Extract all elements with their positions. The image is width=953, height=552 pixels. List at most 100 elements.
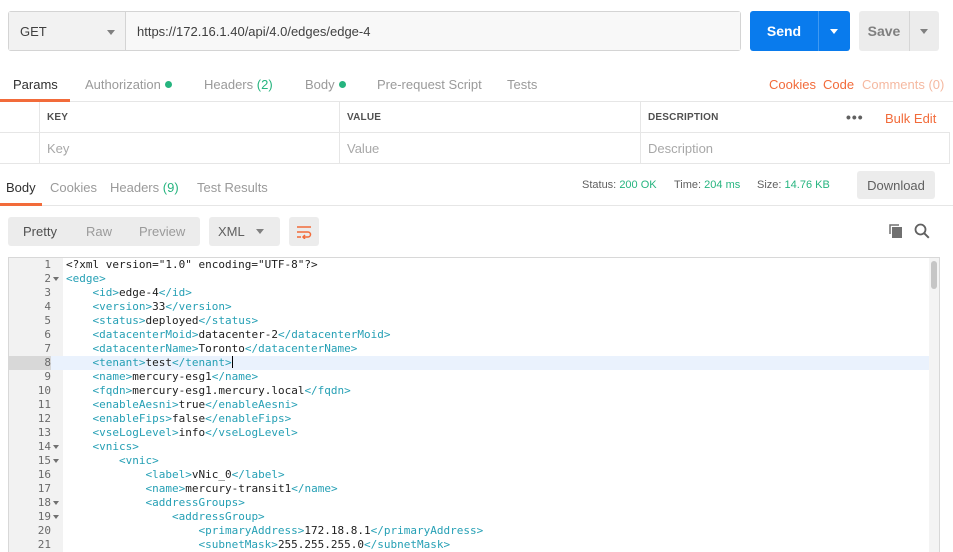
active-response-tab-indicator	[0, 203, 42, 206]
search-icon[interactable]	[913, 222, 931, 240]
more-options-icon[interactable]: •••	[846, 109, 864, 125]
tab-authorization[interactable]: Authorization	[85, 77, 172, 92]
request-tabs: Params Authorization Headers (2) Body Pr…	[0, 72, 953, 102]
xml-close-tag: </datacenterMoid>	[277, 328, 391, 341]
code-text: <fqdn>mercury-esg1.mercury.local</fqdn>	[66, 384, 351, 398]
key-input[interactable]: Key	[40, 133, 340, 164]
tab-test-results[interactable]: Test Results	[197, 180, 268, 195]
xml-close-tag: </name>	[291, 482, 338, 495]
line-number: 7	[44, 342, 51, 355]
line-number: 20	[37, 524, 51, 537]
save-options-button[interactable]	[909, 11, 939, 51]
code-line: 3 <id>edge-4</id>	[9, 286, 929, 300]
code-line: 18 <addressGroups>	[9, 496, 929, 510]
xml-open-tag: <name>	[92, 370, 133, 383]
fold-toggle-icon[interactable]	[53, 515, 59, 519]
line-number: 2	[44, 272, 51, 285]
method-select[interactable]: GET	[9, 12, 126, 50]
status-dot-icon	[338, 81, 346, 88]
tab-tests[interactable]: Tests	[507, 77, 537, 92]
xml-open-tag: <enableAesni>	[92, 398, 179, 411]
send-options-button[interactable]	[818, 11, 850, 51]
xml-value: 172.18.8.1	[304, 524, 371, 537]
chevron-down-icon	[830, 29, 838, 34]
raw-button[interactable]: Raw	[86, 224, 112, 239]
code-text: <addressGroup>	[66, 510, 265, 524]
xml-open-tag: <tenant>	[92, 356, 146, 369]
view-mode-group: Pretty Raw Preview	[8, 217, 200, 246]
xml-value: edge-4	[119, 286, 159, 299]
description-input[interactable]: Description	[641, 133, 950, 164]
download-button[interactable]: Download	[857, 171, 935, 199]
params-input-row: Key Value Description	[0, 133, 950, 164]
line-number: 19	[37, 510, 51, 523]
line-number: 11	[37, 398, 51, 411]
editor-scrollbar-thumb[interactable]	[931, 261, 937, 289]
comments-link[interactable]: Comments (0)	[862, 77, 944, 92]
tab-headers[interactable]: Headers (2)	[204, 77, 273, 92]
tab-response-cookies[interactable]: Cookies	[50, 180, 97, 195]
tab-params[interactable]: Params	[13, 77, 58, 92]
code-text: <enableAesni>true</enableAesni>	[66, 398, 298, 412]
code-line: 17 <name>mercury-transit1</name>	[9, 482, 929, 496]
column-header-description: DESCRIPTION	[648, 112, 719, 123]
line-number: 13	[37, 426, 51, 439]
xml-close-tag: </subnetMask>	[364, 538, 451, 551]
response-editor[interactable]: 1 <?xml version="1.0" encoding="UTF-8"?> 2…	[8, 257, 940, 552]
bulk-edit-link[interactable]: Bulk Edit	[885, 111, 936, 126]
xml-open-tag: <datacenterName>	[92, 342, 199, 355]
preview-button[interactable]: Preview	[139, 224, 185, 239]
status-value: 200 OK	[619, 179, 657, 191]
save-label: Save	[867, 23, 901, 39]
fold-toggle-icon[interactable]	[53, 445, 59, 449]
method-label: GET	[20, 23, 47, 39]
pretty-button[interactable]: Pretty	[23, 224, 57, 239]
tab-headers-count: (2)	[256, 77, 273, 92]
code-line: 7 <datacenterName>Toronto</datacenterNam…	[9, 342, 929, 356]
xml-close-tag: </label>	[231, 468, 285, 481]
response-status: Status: 200 OK	[582, 179, 657, 191]
code-text: <subnetMask>255.255.255.0</subnetMask>	[66, 538, 450, 552]
xml-open-tag: <datacenterMoid>	[92, 328, 199, 341]
code-link[interactable]: Code	[823, 77, 854, 92]
xml-value: deployed	[145, 314, 199, 327]
code-text: <label>vNic_0</label>	[66, 468, 285, 482]
fold-toggle-icon[interactable]	[53, 277, 59, 281]
line-number: 17	[37, 482, 51, 495]
value-input[interactable]: Value	[340, 133, 641, 164]
fold-toggle-icon[interactable]	[53, 501, 59, 505]
send-button[interactable]: Send	[750, 11, 850, 51]
cookies-link[interactable]: Cookies	[769, 77, 816, 92]
wrap-lines-icon	[297, 225, 312, 239]
xml-value: 33	[152, 300, 166, 313]
code-line: 20 <primaryAddress>172.18.8.1</primaryAd…	[9, 524, 929, 538]
line-number: 1	[44, 258, 51, 271]
url-input[interactable]: https://172.16.1.40/api/4.0/edges/edge-4	[126, 12, 740, 50]
tab-response-body[interactable]: Body	[6, 180, 36, 195]
response-time: Time: 204 ms	[674, 179, 740, 191]
send-label: Send	[766, 23, 802, 39]
code-text: <version>33</version>	[66, 300, 232, 314]
code-line: 10 <fqdn>mercury-esg1.mercury.local</fqd…	[9, 384, 929, 398]
save-button[interactable]: Save	[859, 11, 939, 51]
xml-open-tag: <edge>	[66, 272, 106, 285]
xml-value: mercury-esg1	[132, 370, 212, 383]
xml-value: 255.255.255.0	[277, 538, 365, 551]
code-line: 8 <tenant>test</tenant>	[9, 356, 929, 370]
chevron-down-icon	[107, 30, 115, 35]
tab-pre-request-script[interactable]: Pre-request Script	[377, 77, 482, 92]
tab-response-headers[interactable]: Headers (9)	[110, 180, 179, 195]
code-line: 19 <addressGroup>	[9, 510, 929, 524]
xml-open-tag: <id>	[92, 286, 120, 299]
wrap-lines-button[interactable]	[289, 217, 319, 246]
tab-body[interactable]: Body	[305, 77, 346, 92]
xml-open-tag: <status>	[92, 314, 146, 327]
xml-value: true	[178, 398, 206, 411]
fold-toggle-icon[interactable]	[53, 459, 59, 463]
xml-open-tag: <name>	[145, 482, 186, 495]
copy-icon[interactable]	[887, 222, 905, 240]
editor-scrollbar[interactable]	[929, 258, 939, 552]
time-value: 204 ms	[704, 179, 741, 191]
row-checkbox-cell	[0, 102, 40, 133]
format-select[interactable]: XML	[209, 217, 280, 246]
